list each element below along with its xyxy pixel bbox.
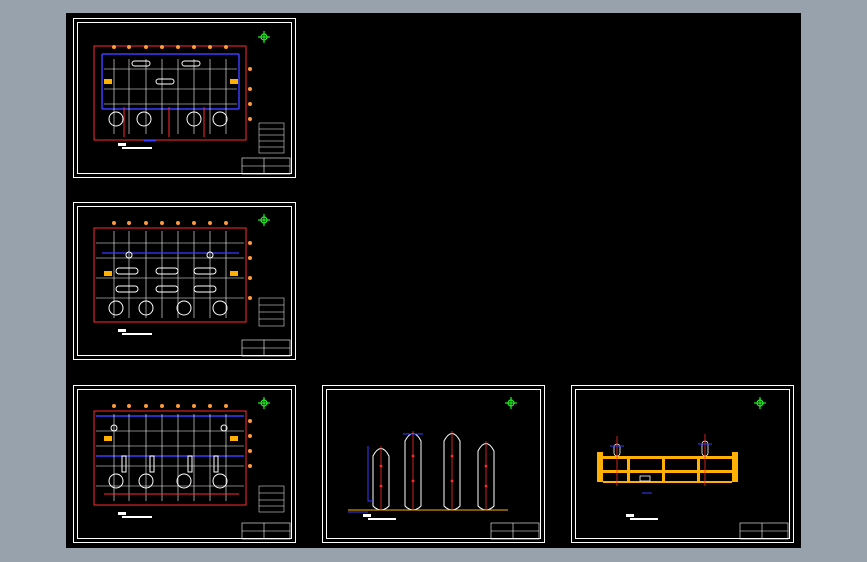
plan-drawing-1: [93, 31, 291, 175]
north-arrow-icon: [258, 214, 270, 226]
north-arrow-icon: [505, 397, 517, 409]
north-arrow-icon: [258, 397, 270, 409]
drawing-sheet-3[interactable]: [73, 385, 296, 543]
title-block: [241, 522, 291, 540]
plan-drawing-2: [93, 214, 291, 357]
title-block: [241, 339, 291, 357]
section-elevation-drawing: [597, 397, 789, 540]
title-block: [490, 522, 540, 540]
plan-drawing-3: [93, 397, 291, 540]
title-block: [241, 157, 291, 175]
drawing-sheet-1[interactable]: [73, 18, 296, 178]
north-arrow-icon: [258, 31, 270, 43]
drawing-sheet-4[interactable]: [322, 385, 545, 543]
drawing-canvas[interactable]: [66, 13, 801, 548]
drawing-sheet-5[interactable]: [571, 385, 794, 543]
legend-table: [258, 297, 285, 327]
north-arrow-icon: [754, 397, 766, 409]
legend-table: [258, 122, 285, 154]
tank-elevation-drawing: [348, 397, 540, 540]
drawing-sheet-2[interactable]: [73, 202, 296, 360]
title-block: [739, 522, 789, 540]
legend-table: [258, 485, 285, 513]
